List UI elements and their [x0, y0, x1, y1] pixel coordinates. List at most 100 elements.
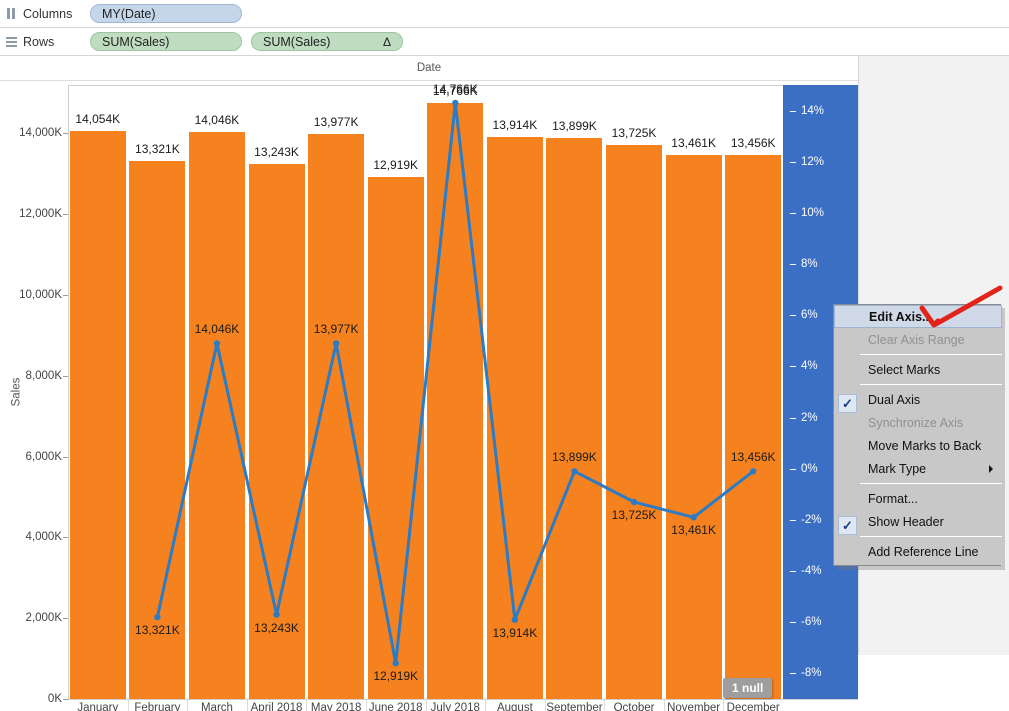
columns-grip-icon [6, 8, 17, 19]
date-axis-tick-label: December [726, 702, 780, 711]
menu-item-label: Show Header [868, 514, 944, 529]
menu-item-show-header[interactable]: Show Header [860, 510, 1002, 533]
context-menu-gutter: ✓ ✓ [834, 305, 860, 565]
columns-shelf[interactable]: Columns MY(Date) [0, 0, 1009, 28]
left-axis-title: Sales [10, 377, 23, 407]
axis-context-menu[interactable]: ✓ ✓ Edit Axis... Clear Axis Range Select Ma… [833, 304, 1002, 566]
menu-item-mark-type[interactable]: Mark Type [860, 457, 1002, 480]
menu-item-label: Clear Axis Range [868, 332, 965, 347]
date-axis-separator [723, 700, 725, 711]
left-axis-tick-label: 0K [47, 693, 62, 705]
right-axis-tick-mark [790, 212, 796, 214]
right-axis-tick-mark [790, 161, 796, 163]
right-axis-tick-mark [790, 264, 796, 266]
line-value-label: 13,899K [552, 450, 597, 465]
date-axis-tick-label: May 2018 [310, 702, 362, 711]
right-axis-tick-label: 2% [801, 411, 818, 424]
date-axis-separator [485, 700, 487, 711]
date-axis-separator [604, 700, 606, 711]
bar-value-label: 13,914K [492, 117, 538, 132]
rows-grip-icon [6, 36, 17, 47]
context-menu-separator [860, 536, 1002, 537]
workspace: Date Sales 0K 2,000K 4,000K 6,000K 8,000K 10,… [0, 56, 1009, 711]
pill-my-date[interactable]: MY(Date) [90, 4, 242, 23]
bar-value-label: 13,977K [313, 115, 359, 130]
bar-mark[interactable] [188, 131, 245, 699]
right-axis-tick-mark [790, 110, 796, 112]
bar-mark[interactable] [367, 177, 424, 699]
line-value-label: 12,919K [373, 669, 419, 684]
null-indicator-badge[interactable]: 1 null [723, 678, 773, 698]
date-axis-separator [306, 700, 308, 711]
left-axis-tick-label: 12,000K [19, 208, 62, 221]
columns-shelf-label: Columns [0, 7, 90, 21]
pill-sum-sales-2-text: SUM(Sales) [263, 34, 331, 49]
right-axis-tick-label: 4% [801, 360, 818, 373]
rows-shelf[interactable]: Rows SUM(Sales) SUM(Sales) Δ [0, 28, 1009, 56]
pill-sum-sales-2[interactable]: SUM(Sales) Δ [251, 32, 403, 51]
bar-mark[interactable] [486, 136, 543, 699]
right-axis-tick-mark [790, 571, 796, 573]
line-value-label: 13,321K [135, 623, 180, 638]
line-value-label: 13,456K [730, 450, 776, 465]
bars-layer[interactable]: 14,054K 13,321K 14,046K 13,243K 13,977K 12,91… [68, 84, 783, 699]
date-axis-separator [127, 700, 129, 711]
bar-mark[interactable] [665, 155, 722, 699]
left-axis-tick-label: 10,000K [19, 289, 62, 302]
bar-value-label: 14,046K [194, 112, 240, 127]
context-menu-items[interactable]: Edit Axis... Clear Axis Range Select Marks… [834, 305, 1002, 565]
bar-mark[interactable] [69, 131, 126, 699]
pill-sum-sales-1[interactable]: SUM(Sales) [90, 32, 242, 51]
line-value-label: 13,725K [611, 508, 657, 522]
date-axis-separator [365, 700, 367, 711]
bar-mark[interactable] [606, 144, 663, 699]
bar-value-label: 13,243K [254, 145, 299, 160]
bar-value-label: 13,456K [730, 136, 776, 151]
bar-value-label: 13,461K [671, 136, 716, 151]
date-axis-tick-label: August [496, 702, 533, 711]
date-axis-separator [246, 700, 248, 711]
left-axis-tick-label: 6,000K [25, 450, 62, 463]
left-axis-tick-label: 8,000K [25, 369, 62, 382]
line-value-label: 13,977K [313, 322, 359, 337]
line-value-label: 13,243K [254, 620, 299, 635]
left-axis-tick-label: 4,000K [25, 531, 62, 544]
chart-view[interactable]: Date Sales 0K 2,000K 4,000K 6,000K 8,000K 10,… [0, 56, 859, 711]
date-axis-tick-label: February [134, 702, 181, 711]
right-axis-tick-label: 12% [801, 155, 825, 168]
line-value-label: 13,914K [492, 625, 538, 640]
date-axis[interactable]: January February March April 2018 May 2018 Ju… [68, 699, 858, 711]
column-header-date[interactable]: Date [0, 56, 858, 80]
right-axis-tick-label: 6% [801, 309, 818, 322]
right-axis-tick-mark [790, 622, 796, 624]
left-axis-sales[interactable]: Sales 0K 2,000K 4,000K 6,000K 8,000K 10,000K 1… [0, 85, 68, 705]
right-axis-tick-label: 10% [801, 206, 825, 219]
bar-value-label: 12,919K [373, 158, 419, 173]
bar-mark[interactable] [725, 155, 782, 699]
rows-shelf-label: Rows [0, 35, 90, 49]
menu-item-format[interactable]: Format... [860, 487, 1002, 510]
bar-mark[interactable] [427, 102, 484, 699]
bar-mark[interactable] [129, 160, 186, 699]
bar-mark[interactable] [248, 164, 305, 699]
bar-mark[interactable] [546, 137, 603, 699]
menu-check-icon[interactable]: ✓ [838, 394, 857, 413]
right-axis-tick-mark [790, 417, 796, 419]
rows-label-text: Rows [23, 34, 55, 49]
menu-item-label: Synchronize Axis [868, 415, 964, 430]
menu-item-add-reference-line[interactable]: Add Reference Line [860, 540, 1002, 563]
menu-item-dual-axis[interactable]: Dual Axis [860, 388, 1002, 411]
menu-item-label: Format... [868, 491, 919, 506]
bar-value-label: 13,321K [135, 141, 180, 156]
right-axis-tick-mark [790, 468, 796, 470]
bar-mark[interactable] [308, 134, 365, 699]
menu-item-label: Move Marks to Back [868, 438, 982, 453]
date-axis-separator [425, 700, 427, 711]
date-axis-tick-label: November [667, 702, 721, 711]
date-axis-tick-label: January [77, 702, 119, 711]
menu-check-icon[interactable]: ✓ [838, 516, 857, 535]
date-axis-tick-label: June 2018 [368, 702, 423, 711]
menu-item-move-marks-to-back[interactable]: Move Marks to Back [860, 434, 1002, 457]
menu-item-select-marks[interactable]: Select Marks [860, 358, 1002, 381]
date-axis-tick-label: July 2018 [430, 702, 480, 711]
